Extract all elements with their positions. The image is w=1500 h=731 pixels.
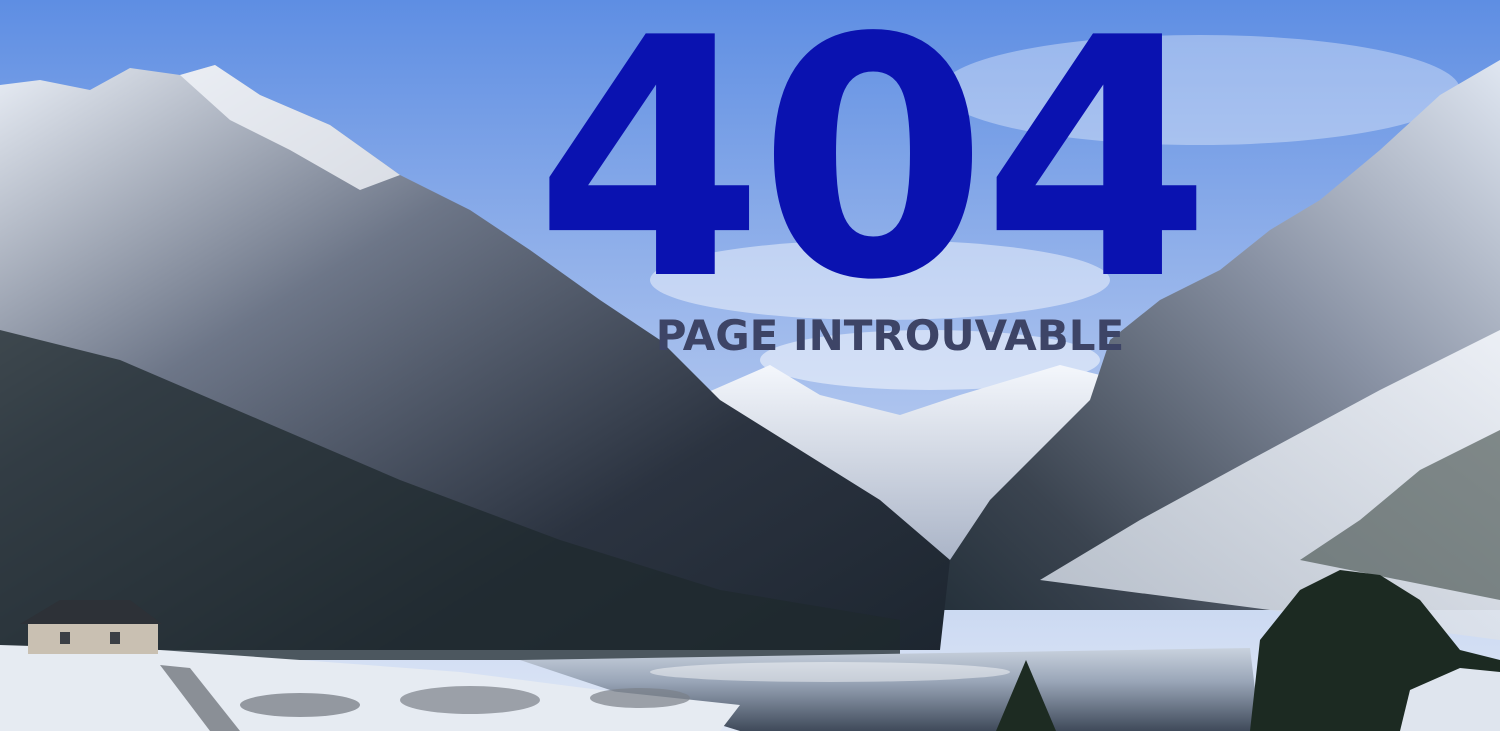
- error-message: PAGE INTROUVABLE: [655, 311, 1125, 360]
- lake-reflection: [650, 662, 1010, 682]
- error-page: 404 PAGE INTROUVABLE: [0, 0, 1500, 731]
- rock: [590, 688, 690, 708]
- rock: [240, 693, 360, 717]
- rock: [400, 686, 540, 714]
- error-code: 404: [534, 0, 1212, 352]
